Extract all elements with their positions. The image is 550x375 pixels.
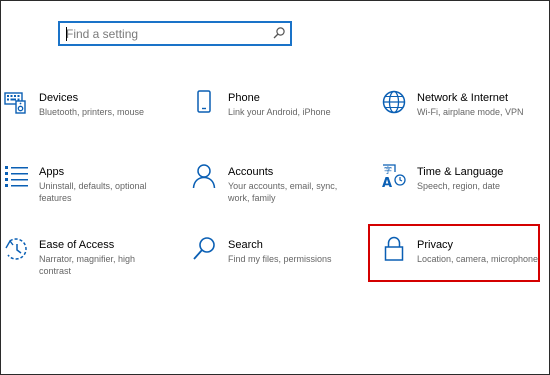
tile-devices[interactable]: Devices Bluetooth, printers, mouse xyxy=(4,89,174,145)
tile-title: Network & Internet xyxy=(417,92,509,104)
lock-icon xyxy=(384,236,404,261)
tile-title: Ease of Access xyxy=(39,239,115,251)
tile-title: Devices xyxy=(39,92,79,104)
tile-title: Apps xyxy=(39,166,65,178)
search-input[interactable] xyxy=(66,26,271,42)
tile-title: Search xyxy=(228,239,263,251)
tile-description: Your accounts, email, sync, work, family xyxy=(228,181,338,203)
tile-search[interactable]: Search Find my files, permissions xyxy=(191,236,361,292)
tile-title: Time & Language xyxy=(417,166,504,178)
tile-description: Bluetooth, printers, mouse xyxy=(39,107,145,117)
person-icon xyxy=(192,164,216,189)
tile-phone[interactable]: Phone Link your Android, iPhone xyxy=(191,89,361,145)
svg-text:A: A xyxy=(382,176,392,189)
tile-privacy[interactable]: Privacy Location, camera, microphone xyxy=(381,236,539,292)
tile-description: Narrator, magnifier, high contrast xyxy=(39,254,136,276)
text-caret xyxy=(66,27,67,41)
tile-title: Accounts xyxy=(228,166,274,178)
tile-description: Speech, region, date xyxy=(417,181,501,191)
tile-accounts[interactable]: Accounts Your accounts, email, sync, wor… xyxy=(191,163,361,219)
svg-text:字: 字 xyxy=(384,165,392,175)
ease-of-access-icon xyxy=(5,238,27,260)
tile-description: Uninstall, defaults, optional features xyxy=(39,181,147,203)
tile-ease-of-access[interactable]: Ease of Access Narrator, magnifier, high… xyxy=(4,236,174,292)
search-icon[interactable] xyxy=(272,26,286,40)
tile-title: Phone xyxy=(228,92,260,104)
phone-icon xyxy=(197,90,211,113)
tile-network-internet[interactable]: Network & Internet Wi-Fi, airplane mode,… xyxy=(381,89,546,145)
apps-list-icon xyxy=(5,166,28,187)
time-language-icon: 字 A xyxy=(382,164,406,189)
tile-description: Link your Android, iPhone xyxy=(228,107,331,117)
tile-description: Wi-Fi, airplane mode, VPN xyxy=(417,107,524,117)
tile-description: Find my files, permissions xyxy=(228,254,332,264)
keyboard-speaker-icon xyxy=(4,92,26,114)
tile-apps[interactable]: Apps Uninstall, defaults, optional featu… xyxy=(4,163,174,219)
search-box[interactable] xyxy=(58,21,292,46)
tile-time-language[interactable]: 字 A Time & Language Speech, region, date xyxy=(381,163,546,219)
magnifier-icon xyxy=(193,237,215,260)
tile-description: Location, camera, microphone xyxy=(417,254,539,264)
tile-title: Privacy xyxy=(417,239,454,251)
globe-icon xyxy=(382,90,406,114)
